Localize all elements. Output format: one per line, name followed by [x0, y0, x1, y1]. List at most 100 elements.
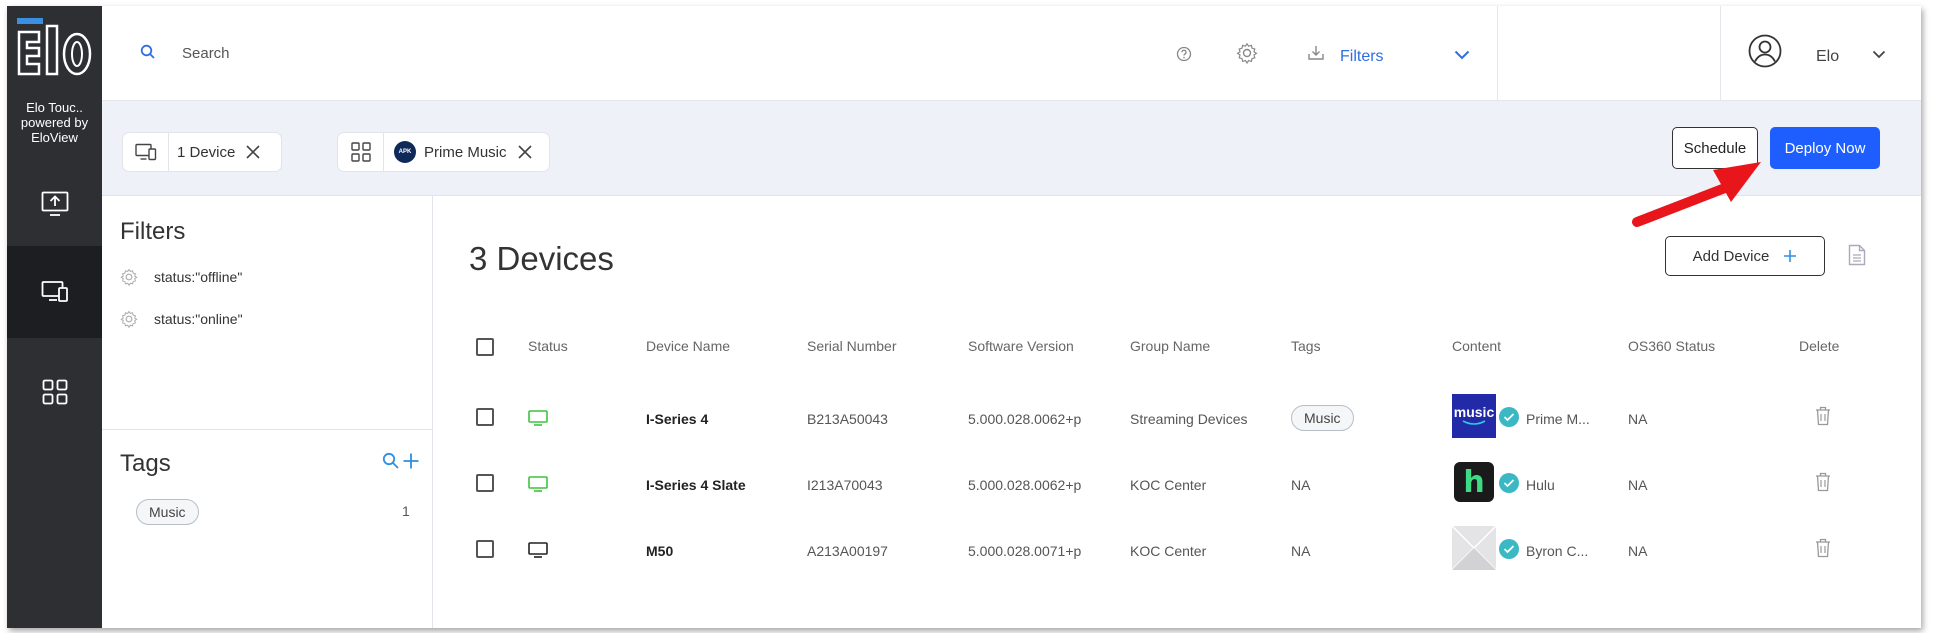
prime-music-app-thumbnail: music: [1452, 394, 1496, 438]
monitor-offline-icon: [528, 542, 548, 558]
export-document-icon[interactable]: [1848, 244, 1866, 266]
group-name: KOC Center: [1130, 477, 1207, 493]
thumb-text: music: [1453, 404, 1495, 420]
tags-title: Tags: [120, 450, 171, 477]
add-device-label: Add Device: [1692, 247, 1770, 265]
col-header-tags[interactable]: Tags: [1291, 338, 1321, 354]
apk-badge: APK: [394, 141, 416, 163]
os360-status: NA: [1628, 477, 1648, 493]
device-name[interactable]: I-Series 4 Slate: [646, 477, 746, 493]
selected-devices-label: 1 Device: [177, 143, 236, 161]
filter-item[interactable]: status:"offline": [120, 268, 242, 286]
search-input[interactable]: [162, 36, 862, 70]
help-icon[interactable]: [1176, 46, 1192, 62]
hulu-app-thumbnail: h: [1452, 460, 1496, 504]
tag-pill[interactable]: Music: [136, 499, 199, 525]
filter-item[interactable]: status:"online": [120, 310, 243, 328]
app-window: Elo Touc.. powered by EloView Search Fil…: [7, 6, 1921, 628]
content-name: Prime M...: [1526, 411, 1590, 427]
user-menu-chevron-icon[interactable]: [1872, 50, 1886, 59]
placeholder-image-icon: [1452, 526, 1496, 570]
row-checkbox[interactable]: [476, 540, 494, 558]
selected-app-chip: APK Prime Music: [337, 132, 550, 172]
chip-icon-holder: [123, 133, 169, 171]
chevron-down-icon[interactable]: [1454, 50, 1470, 60]
trash-icon[interactable]: [1815, 472, 1831, 492]
sidebar-item-upload[interactable]: [7, 158, 102, 250]
row-checkbox[interactable]: [476, 474, 494, 492]
row-tag: Music: [1291, 405, 1354, 431]
deployed-check-icon: [1499, 539, 1519, 559]
filters-dropdown-label[interactable]: Filters: [1340, 48, 1384, 66]
user-name[interactable]: Elo: [1816, 48, 1839, 66]
brand-title: Elo Touc..: [26, 100, 83, 115]
selected-devices-chip: 1 Device: [122, 132, 282, 172]
col-header-software-version[interactable]: Software Version: [968, 338, 1074, 354]
search-icon[interactable]: [382, 452, 400, 470]
selected-app-label: Prime Music: [424, 143, 507, 161]
deploy-now-button[interactable]: Deploy Now: [1770, 127, 1880, 169]
serial-number: A213A00197: [807, 543, 888, 559]
placeholder-app-thumbnail: [1452, 526, 1496, 570]
deployed-check-icon: [1499, 473, 1519, 493]
elo-logo: [17, 18, 92, 76]
add-tag-plus-icon[interactable]: [402, 452, 420, 470]
row-checkbox[interactable]: [476, 408, 494, 426]
filter-panel: Filters status:"offline" status:"online"…: [102, 196, 433, 628]
row-tag: NA: [1291, 543, 1311, 559]
col-header-serial-number[interactable]: Serial Number: [807, 338, 896, 354]
serial-number: I213A70043: [807, 477, 883, 493]
monitor-online-icon: [528, 410, 548, 426]
col-header-content[interactable]: Content: [1452, 338, 1501, 354]
close-icon: [517, 145, 532, 159]
trash-icon[interactable]: [1815, 406, 1831, 426]
col-header-device-name[interactable]: Device Name: [646, 338, 730, 354]
select-all-checkbox[interactable]: [476, 338, 494, 356]
col-header-os360-status[interactable]: OS360 Status: [1628, 338, 1715, 354]
remove-app-chip-button[interactable]: [517, 144, 545, 160]
monitor-online-icon: [528, 476, 548, 492]
devices-icon: [41, 281, 68, 302]
rail-brand: Elo Touc.. powered by EloView: [7, 100, 102, 145]
apps-grid-icon: [42, 379, 67, 405]
group-name: Streaming Devices: [1130, 411, 1248, 427]
device-name[interactable]: I-Series 4: [646, 411, 708, 427]
devices-count-title: 3 Devices: [469, 240, 614, 277]
software-version: 5.000.028.0062+p: [968, 477, 1082, 493]
sidebar-item-devices[interactable]: [7, 246, 102, 338]
os360-status: NA: [1628, 411, 1648, 427]
close-icon: [246, 145, 260, 159]
plus-icon: [1784, 250, 1797, 262]
filter-label: status:"online": [154, 311, 243, 327]
col-header-group-name[interactable]: Group Name: [1130, 338, 1210, 354]
device-name[interactable]: M50: [646, 543, 673, 559]
thumb-text: h: [1463, 464, 1485, 500]
user-avatar-icon[interactable]: [1748, 34, 1782, 68]
col-header-status[interactable]: Status: [528, 338, 568, 354]
settings-gear-icon: [120, 310, 138, 328]
group-name: KOC Center: [1130, 543, 1207, 559]
settings-gear-icon: [120, 268, 138, 286]
deployed-check-icon: [1499, 407, 1519, 427]
left-rail: Elo Touc.. powered by EloView: [7, 6, 102, 628]
tag-item[interactable]: Music: [136, 499, 199, 525]
content-name: Hulu: [1526, 477, 1555, 493]
top-header: Filters Elo: [102, 6, 1921, 101]
os360-status: NA: [1628, 543, 1648, 559]
panel-divider: [102, 429, 433, 430]
serial-number: B213A50043: [807, 411, 888, 427]
settings-gear-icon[interactable]: [1236, 42, 1258, 64]
brand-product: EloView: [31, 130, 78, 145]
smile-arrow-icon: [1462, 420, 1486, 425]
filters-title: Filters: [120, 218, 186, 245]
add-device-button[interactable]: Add Device: [1665, 236, 1825, 276]
tag-pill: Music: [1291, 405, 1354, 431]
search-icon: [140, 44, 155, 59]
remove-devices-chip-button[interactable]: [245, 144, 273, 160]
tag-count: 1: [402, 503, 410, 519]
sidebar-item-apps[interactable]: [7, 346, 102, 438]
tags-actions: [382, 452, 420, 470]
trash-icon[interactable]: [1815, 538, 1831, 558]
annotation-arrow-icon: [1632, 162, 1761, 227]
download-icon[interactable]: [1307, 44, 1325, 62]
